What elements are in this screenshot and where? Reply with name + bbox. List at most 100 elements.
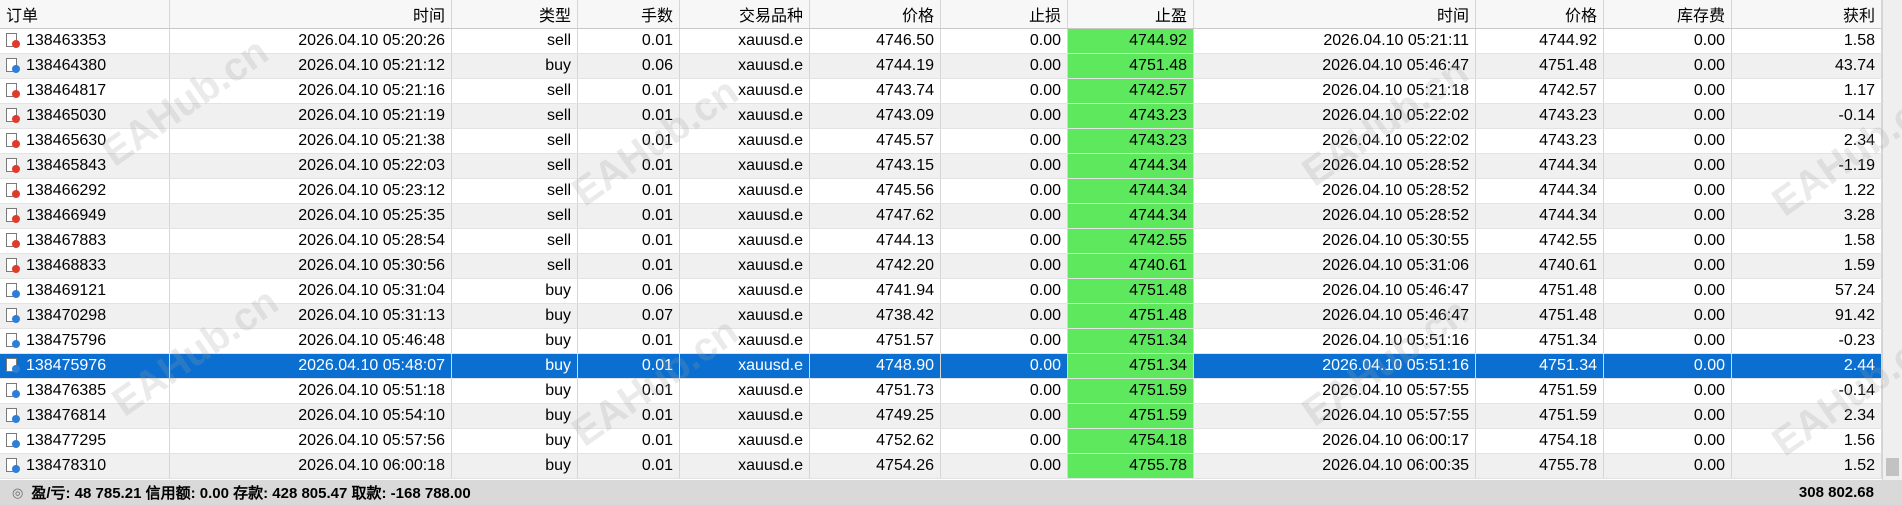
col-swap-header[interactable]: 库存费 — [1604, 0, 1732, 28]
table-row[interactable]: 138476814 2026.04.10 05:54:10 buy 0.01 xauus… — [0, 404, 1882, 429]
col-volume-header[interactable]: 手数 — [578, 0, 680, 28]
sell-order-icon — [6, 133, 20, 149]
type-cell: buy — [452, 354, 578, 378]
stop-loss-cell: 0.00 — [941, 379, 1068, 403]
take-profit-cell: 4744.34 — [1068, 154, 1194, 178]
close-price-cell: 4743.23 — [1476, 104, 1604, 128]
take-profit-cell: 4751.48 — [1068, 304, 1194, 328]
vertical-scrollbar[interactable] — [1882, 0, 1902, 480]
order-cell: 138465630 — [0, 129, 170, 153]
order-id: 138467883 — [26, 232, 107, 249]
table-row[interactable]: 138464380 2026.04.10 05:21:12 buy 0.06 xauus… — [0, 54, 1882, 79]
order-cell: 138464817 — [0, 79, 170, 103]
symbol-cell: xauusd.e — [680, 29, 810, 53]
open-time-cell: 2026.04.10 05:22:03 — [170, 154, 452, 178]
swap-cell: 0.00 — [1604, 204, 1732, 228]
stop-loss-cell: 0.00 — [941, 454, 1068, 478]
stop-loss-cell: 0.00 — [941, 329, 1068, 353]
total-profit: 308 802.68 — [1798, 484, 1874, 501]
table-row[interactable]: 138478310 2026.04.10 06:00:18 buy 0.01 xauus… — [0, 454, 1882, 479]
order-cell: 138466292 — [0, 179, 170, 203]
sell-order-icon — [6, 208, 20, 224]
order-id: 138465030 — [26, 107, 107, 124]
table-row[interactable]: 138476385 2026.04.10 05:51:18 buy 0.01 xauus… — [0, 379, 1882, 404]
scrollbar-thumb[interactable] — [1886, 458, 1899, 476]
sell-order-icon — [6, 183, 20, 199]
close-time-cell: 2026.04.10 05:28:52 — [1194, 204, 1476, 228]
close-time-cell: 2026.04.10 05:30:55 — [1194, 229, 1476, 253]
profit-cell: 3.28 — [1732, 204, 1882, 228]
status-circle-icon: ◎ — [12, 484, 24, 500]
open-price-cell: 4744.13 — [810, 229, 941, 253]
table-row[interactable]: 138465843 2026.04.10 05:22:03 sell 0.01 xauu… — [0, 154, 1882, 179]
open-price-cell: 4743.15 — [810, 154, 941, 178]
order-id: 138475796 — [26, 332, 107, 349]
order-id: 138468833 — [26, 257, 107, 274]
open-price-cell: 4743.74 — [810, 79, 941, 103]
table-row[interactable]: 138466949 2026.04.10 05:25:35 sell 0.01 xauu… — [0, 204, 1882, 229]
close-price-cell: 4744.34 — [1476, 154, 1604, 178]
symbol-cell: xauusd.e — [680, 254, 810, 278]
table-row[interactable]: 138477295 2026.04.10 05:57:56 buy 0.01 xauus… — [0, 429, 1882, 454]
open-price-cell: 4748.90 — [810, 354, 941, 378]
table-row[interactable]: 138475796 2026.04.10 05:46:48 buy 0.01 xauus… — [0, 329, 1882, 354]
col-open-time-header[interactable]: 时间 — [170, 0, 452, 28]
stop-loss-cell: 0.00 — [941, 79, 1068, 103]
close-price-cell: 4751.34 — [1476, 354, 1604, 378]
order-cell: 138466949 — [0, 204, 170, 228]
buy-order-icon — [6, 408, 20, 424]
stop-loss-cell: 0.00 — [941, 404, 1068, 428]
table-row[interactable]: 138463353 2026.04.10 05:20:26 sell 0.01 xauu… — [0, 29, 1882, 54]
order-id: 138478310 — [26, 457, 107, 474]
open-time-cell: 2026.04.10 05:21:19 — [170, 104, 452, 128]
table-row[interactable]: 138464817 2026.04.10 05:21:16 sell 0.01 xauu… — [0, 79, 1882, 104]
col-sl-header[interactable]: 止损 — [941, 0, 1068, 28]
profit-cell: -0.14 — [1732, 104, 1882, 128]
table-row[interactable]: 138466292 2026.04.10 05:23:12 sell 0.01 xauu… — [0, 179, 1882, 204]
close-time-cell: 2026.04.10 05:21:11 — [1194, 29, 1476, 53]
swap-cell: 0.00 — [1604, 354, 1732, 378]
take-profit-cell: 4755.78 — [1068, 454, 1194, 478]
col-open-price-header[interactable]: 价格 — [810, 0, 941, 28]
table-row[interactable]: 138468833 2026.04.10 05:30:56 sell 0.01 xauu… — [0, 254, 1882, 279]
sell-order-icon — [6, 258, 20, 274]
col-close-price-header[interactable]: 价格 — [1476, 0, 1604, 28]
close-price-cell: 4751.59 — [1476, 404, 1604, 428]
open-time-cell: 2026.04.10 05:46:48 — [170, 329, 452, 353]
volume-cell: 0.01 — [578, 229, 680, 253]
buy-order-icon — [6, 283, 20, 299]
profit-cell: 1.22 — [1732, 179, 1882, 203]
symbol-cell: xauusd.e — [680, 429, 810, 453]
stop-loss-cell: 0.00 — [941, 104, 1068, 128]
volume-cell: 0.01 — [578, 129, 680, 153]
table-row[interactable]: 138467883 2026.04.10 05:28:54 sell 0.01 xauu… — [0, 229, 1882, 254]
volume-cell: 0.01 — [578, 29, 680, 53]
take-profit-cell: 4743.23 — [1068, 129, 1194, 153]
symbol-cell: xauusd.e — [680, 454, 810, 478]
type-cell: buy — [452, 379, 578, 403]
col-tp-header[interactable]: 止盈 — [1068, 0, 1194, 28]
col-close-time-header[interactable]: 时间 — [1194, 0, 1476, 28]
table-row[interactable]: 138465030 2026.04.10 05:21:19 sell 0.01 xauu… — [0, 104, 1882, 129]
account-summary: 盈/亏: 48 785.21 信用额: 0.00 存款: 428 805.47 … — [31, 485, 471, 502]
swap-cell: 0.00 — [1604, 54, 1732, 78]
swap-cell: 0.00 — [1604, 429, 1732, 453]
order-id: 138464817 — [26, 82, 107, 99]
col-type-header[interactable]: 类型 — [452, 0, 578, 28]
table-row[interactable]: 138469121 2026.04.10 05:31:04 buy 0.06 xauus… — [0, 279, 1882, 304]
table-row[interactable]: 138465630 2026.04.10 05:21:38 sell 0.01 xauu… — [0, 129, 1882, 154]
symbol-cell: xauusd.e — [680, 154, 810, 178]
order-id: 138465630 — [26, 132, 107, 149]
col-profit-header[interactable]: 获利 — [1732, 0, 1882, 28]
swap-cell: 0.00 — [1604, 379, 1732, 403]
table-row[interactable]: 138470298 2026.04.10 05:31:13 buy 0.07 xauus… — [0, 304, 1882, 329]
symbol-cell: xauusd.e — [680, 379, 810, 403]
sell-order-icon — [6, 233, 20, 249]
col-order-header[interactable]: 订单 — [0, 0, 170, 28]
stop-loss-cell: 0.00 — [941, 279, 1068, 303]
table-row[interactable]: 138475976 2026.04.10 05:48:07 buy 0.01 xauus… — [0, 354, 1882, 379]
profit-cell: 2.34 — [1732, 129, 1882, 153]
symbol-cell: xauusd.e — [680, 54, 810, 78]
col-symbol-header[interactable]: 交易品种 — [680, 0, 810, 28]
open-time-cell: 2026.04.10 05:21:12 — [170, 54, 452, 78]
